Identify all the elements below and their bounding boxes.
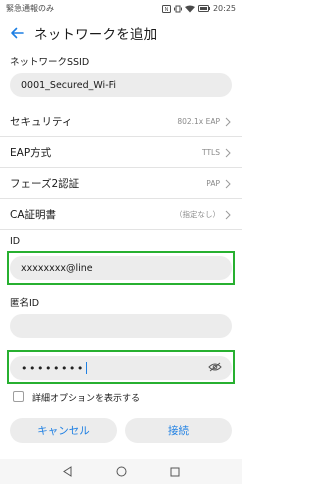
connect-button[interactable]: 接続 (125, 418, 232, 443)
nav-home-icon[interactable] (116, 466, 127, 477)
system-nav-bar (0, 459, 242, 484)
ca-cert-row[interactable]: CA証明書 （指定なし） (0, 199, 242, 230)
cancel-button[interactable]: キャンセル (10, 418, 117, 443)
security-value: 802.1x EAP (177, 116, 220, 126)
eap-method-row[interactable]: EAP方式 TTLS (0, 137, 242, 168)
advanced-options-label: 詳細オプションを表示する (32, 394, 141, 404)
phase2-auth-value: PAP (206, 178, 220, 188)
app-header: ネットワークを追加 (0, 17, 242, 49)
ssid-label: ネットワークSSID (10, 57, 90, 68)
wifi-icon (184, 5, 195, 13)
battery-icon (197, 5, 210, 12)
ssid-input[interactable]: 0001_Secured_Wi-Fi (10, 73, 232, 97)
nfc-icon: N (161, 4, 171, 13)
chevron-right-icon (224, 112, 232, 131)
security-label: セキュリティ (10, 115, 73, 128)
back-button[interactable] (0, 17, 34, 49)
svg-text:N: N (165, 7, 169, 13)
anonymous-id-input[interactable] (10, 314, 232, 338)
phase2-auth-label: フェーズ2認証 (10, 177, 80, 190)
chevron-right-icon (224, 174, 232, 193)
status-time: 20:25 (212, 4, 236, 13)
chevron-right-icon (224, 143, 232, 162)
status-bar: 緊急通報のみ N 20:25 (0, 0, 242, 17)
nav-back-icon[interactable] (62, 466, 73, 477)
chevron-right-icon (224, 205, 232, 224)
advanced-options-checkbox[interactable] (13, 391, 24, 402)
page-title: ネットワークを追加 (34, 27, 158, 43)
eap-method-label: EAP方式 (10, 146, 52, 159)
password-highlight-box (7, 350, 235, 384)
nav-recents-icon[interactable] (170, 467, 180, 477)
ca-cert-label: CA証明書 (10, 208, 57, 221)
vibrate-icon (173, 5, 182, 13)
phase2-auth-row[interactable]: フェーズ2認証 PAP (0, 168, 242, 199)
status-carrier-text: 緊急通報のみ (6, 4, 54, 13)
identity-highlight-box (7, 251, 235, 285)
arrow-left-icon (10, 24, 24, 43)
ca-cert-value: （指定なし） (175, 209, 220, 219)
identity-label: ID (10, 236, 21, 247)
anonymous-id-label: 匿名ID (10, 298, 40, 309)
status-right: N 20:25 (161, 4, 236, 13)
security-row[interactable]: セキュリティ 802.1x EAP (0, 106, 242, 137)
eap-method-value: TTLS (202, 147, 220, 157)
